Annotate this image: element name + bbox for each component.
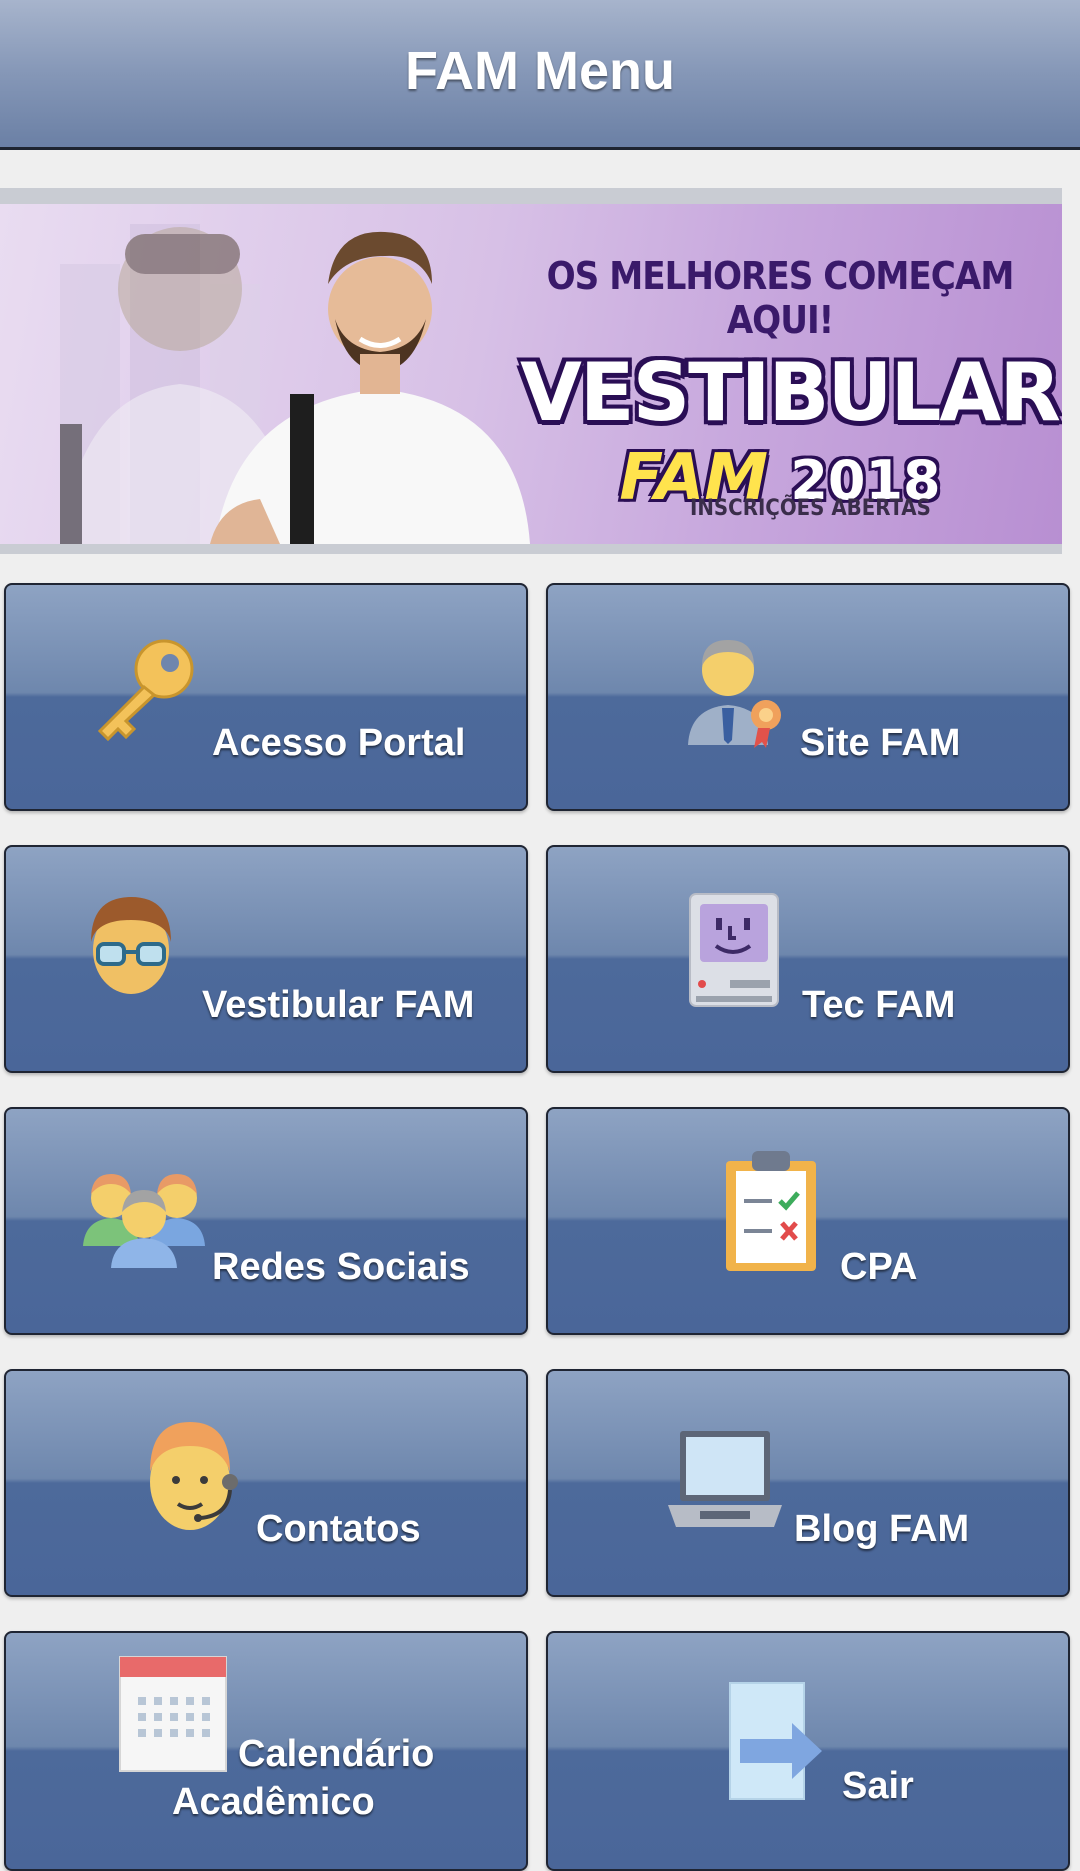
- menu-redes-sociais-button[interactable]: Redes Sociais: [4, 1107, 528, 1335]
- key-icon: [97, 639, 194, 742]
- menu-acesso-portal-button[interactable]: Acesso Portal: [4, 583, 528, 811]
- menu-redes-sociais-label: Redes Sociais: [212, 1246, 470, 1288]
- menu-site-fam-button[interactable]: Site FAM: [546, 583, 1070, 811]
- laptop-icon: [668, 1431, 782, 1527]
- menu-cpa-label: CPA: [840, 1246, 918, 1288]
- group-icon: [83, 1174, 205, 1268]
- banner-text: OS MELHORES COMEÇAM AQUI! VESTIBULAR FAM…: [520, 254, 1061, 515]
- menu-vestibular-fam-button[interactable]: Vestibular FAM: [4, 845, 528, 1073]
- retro-computer-icon: [689, 893, 779, 1007]
- menu-acesso-portal-label: Acesso Portal: [212, 722, 466, 764]
- menu-calendario-academico-button[interactable]: Calendário Acadêmico: [4, 1631, 528, 1871]
- menu-calendario-label-line2: Acadêmico: [172, 1781, 375, 1823]
- banner-tagline: OS MELHORES COMEÇAM AQUI!: [546, 254, 1015, 342]
- menu-contatos-button[interactable]: Contatos: [4, 1369, 528, 1597]
- menu-blog-fam-label: Blog FAM: [794, 1508, 970, 1550]
- banner-headline: VESTIBULAR: [520, 346, 1061, 439]
- menu-tec-fam-button[interactable]: Tec FAM: [546, 845, 1070, 1073]
- menu-blog-fam-button[interactable]: Blog FAM: [546, 1369, 1070, 1597]
- exit-icon: [729, 1682, 822, 1800]
- menu-calendario-label-line1: Calendário: [238, 1733, 435, 1775]
- menu-site-fam-label: Site FAM: [800, 722, 961, 764]
- menu-sair-label: Sair: [842, 1765, 914, 1807]
- support-agent-icon: [150, 1422, 238, 1530]
- menu-vestibular-fam-label: Vestibular FAM: [202, 984, 475, 1026]
- award-person-icon: [688, 640, 781, 748]
- banner-footnote: INSCRIÇÕES ABERTAS: [690, 496, 931, 521]
- menu-contatos-label: Contatos: [256, 1508, 421, 1550]
- clipboard-checklist-icon: [726, 1151, 816, 1271]
- menu-tec-fam-label: Tec FAM: [802, 984, 956, 1026]
- banner-people-illustration: [60, 224, 530, 544]
- menu-cpa-button[interactable]: CPA: [546, 1107, 1070, 1335]
- promo-banner[interactable]: OS MELHORES COMEÇAM AQUI! VESTIBULAR FAM…: [0, 188, 1062, 554]
- banner-image[interactable]: OS MELHORES COMEÇAM AQUI! VESTIBULAR FAM…: [0, 204, 1062, 544]
- app-header: FAM Menu: [0, 0, 1080, 150]
- calendar-icon: [119, 1656, 227, 1772]
- menu-sair-button[interactable]: Sair: [546, 1631, 1070, 1871]
- page-title: FAM Menu: [405, 41, 675, 101]
- student-icon: [91, 897, 171, 994]
